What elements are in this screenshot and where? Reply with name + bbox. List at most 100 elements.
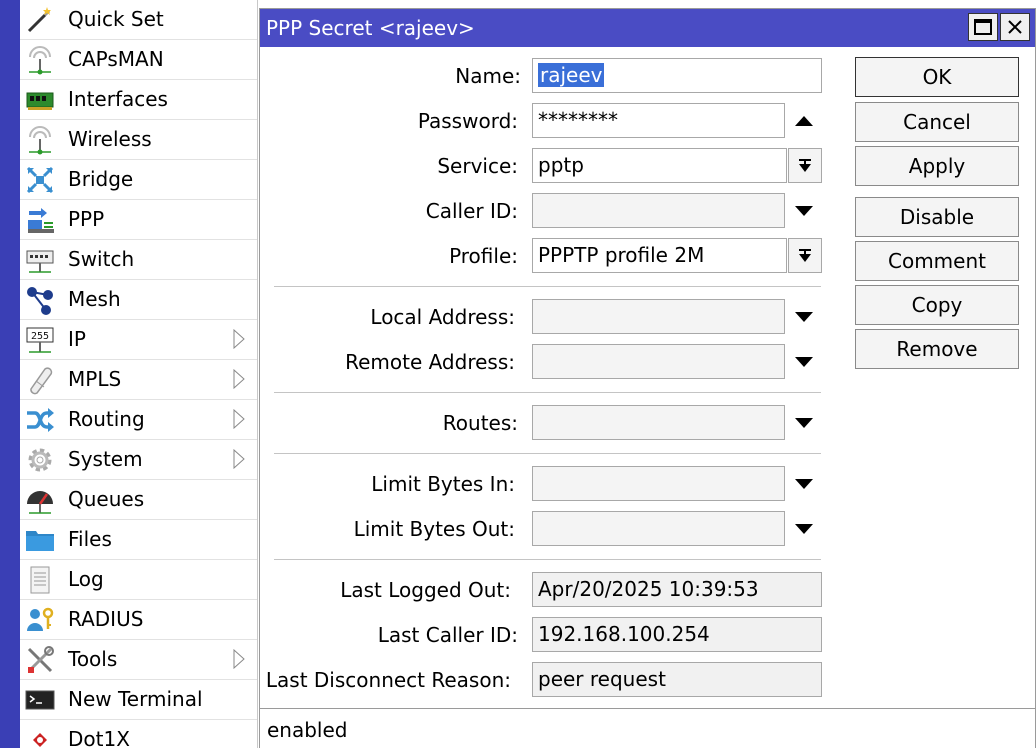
mesh-icon [24, 285, 56, 315]
apply-button[interactable]: Apply [855, 146, 1019, 186]
mpls-icon [24, 365, 56, 395]
sidebar-item-radius[interactable]: RADIUS [20, 600, 257, 640]
routes-field[interactable] [532, 405, 785, 440]
disable-button[interactable]: Disable [855, 197, 1019, 237]
bridge-icon [24, 165, 56, 195]
password-field[interactable]: ******** [532, 103, 785, 138]
dropdown-arrow-icon [799, 248, 811, 262]
limit-bytes-in-field[interactable] [532, 466, 785, 501]
sidebar-menu: Quick Set CAPsMAN Interfaces Wireless Br… [20, 0, 258, 748]
nic-card-icon [24, 85, 56, 115]
close-button[interactable] [1000, 13, 1030, 41]
sidebar-item-wireless[interactable]: Wireless [20, 120, 257, 160]
tools-icon [24, 645, 56, 675]
comment-button[interactable]: Comment [855, 241, 1019, 281]
profile-dropdown-button[interactable] [788, 238, 822, 273]
sidebar-item-queues[interactable]: Queues [20, 480, 257, 520]
last-logged-out-label: Last Logged Out: [340, 578, 511, 602]
sidebar-item-label: PPP [68, 207, 105, 231]
sidebar-item-system[interactable]: System [20, 440, 257, 480]
sidebar-item-ppp[interactable]: PPP [20, 200, 257, 240]
sidebar-item-interfaces[interactable]: Interfaces [20, 80, 257, 120]
sidebar-item-ip[interactable]: 255 IP [20, 320, 257, 360]
folder-icon [24, 525, 56, 555]
sidebar-item-tools[interactable]: Tools [20, 640, 257, 680]
sidebar-item-label: Routing [68, 407, 145, 431]
routes-dropdown-button[interactable] [787, 405, 821, 440]
profile-label: Profile: [449, 244, 518, 268]
wand-icon [24, 5, 56, 35]
status-bar: enabled [260, 708, 1035, 748]
copy-button[interactable]: Copy [855, 285, 1019, 325]
separator [274, 559, 821, 560]
triangle-down-icon [795, 523, 813, 534]
local-address-field[interactable] [532, 299, 785, 334]
remote-address-field[interactable] [532, 344, 785, 379]
limit-bytes-out-label: Limit Bytes Out: [353, 517, 515, 541]
local-address-label: Local Address: [370, 305, 515, 329]
wireless-icon [24, 125, 56, 155]
profile-field[interactable]: PPPTP profile 2M [532, 238, 787, 273]
switch-icon [24, 245, 56, 275]
sidebar-item-mesh[interactable]: Mesh [20, 280, 257, 320]
sidebar-item-switch[interactable]: Switch [20, 240, 257, 280]
maximize-button[interactable] [968, 13, 998, 41]
remove-button[interactable]: Remove [855, 329, 1019, 369]
sidebar-item-quick-set[interactable]: Quick Set [20, 0, 257, 40]
limit-bytes-out-dropdown-button[interactable] [787, 511, 821, 546]
sidebar-item-dot1x[interactable]: Dot1X [20, 720, 257, 748]
ok-button[interactable]: OK [855, 57, 1019, 97]
sidebar-item-label: Interfaces [68, 87, 168, 111]
submenu-arrow-icon [232, 448, 246, 470]
ppp-icon [24, 205, 56, 235]
last-caller-id-label: Last Caller ID: [377, 623, 518, 647]
limit-bytes-in-label: Limit Bytes In: [371, 472, 515, 496]
triangle-down-icon [795, 356, 813, 367]
sidebar-item-log[interactable]: Log [20, 560, 257, 600]
submenu-arrow-icon [232, 408, 246, 430]
name-field[interactable]: rajeev [532, 58, 822, 93]
log-icon [24, 565, 56, 595]
ip-icon: 255 [24, 325, 56, 355]
gear-icon [24, 445, 56, 475]
sidebar-item-routing[interactable]: Routing [20, 400, 257, 440]
dialog-titlebar[interactable]: PPP Secret <rajeev> [260, 9, 1035, 47]
sidebar-item-mpls[interactable]: MPLS [20, 360, 257, 400]
triangle-down-icon [795, 205, 813, 216]
sidebar-item-label: RADIUS [68, 607, 144, 631]
name-value: rajeev [538, 63, 605, 87]
sidebar-item-label: Quick Set [68, 7, 164, 31]
close-icon [1008, 20, 1022, 34]
cancel-button[interactable]: Cancel [855, 102, 1019, 142]
sidebar-item-label: Tools [68, 647, 118, 671]
caller-id-field[interactable] [532, 193, 785, 228]
remote-address-dropdown-button[interactable] [787, 344, 821, 379]
routes-label: Routes: [442, 411, 518, 435]
routing-icon [24, 405, 56, 435]
separator [274, 453, 821, 454]
last-caller-id-value: 192.168.100.254 [532, 617, 822, 652]
sidebar-item-new-terminal[interactable]: New Terminal [20, 680, 257, 720]
svg-text:255: 255 [31, 331, 49, 342]
dot1x-icon [24, 725, 56, 748]
service-dropdown-button[interactable] [788, 148, 822, 183]
last-logged-out-value: Apr/20/2025 10:39:53 [532, 572, 822, 607]
limit-bytes-in-dropdown-button[interactable] [787, 466, 821, 501]
triangle-down-icon [795, 478, 813, 489]
service-field[interactable]: pptp [532, 148, 787, 183]
sidebar-item-label: Switch [68, 247, 135, 271]
limit-bytes-out-field[interactable] [532, 511, 785, 546]
sidebar-item-label: MPLS [68, 367, 122, 391]
password-label: Password: [417, 109, 518, 133]
password-reveal-button[interactable] [787, 103, 821, 138]
separator [274, 392, 821, 393]
caller-id-dropdown-button[interactable] [787, 193, 821, 228]
name-label: Name: [455, 64, 521, 88]
sidebar-item-capsman[interactable]: CAPsMAN [20, 40, 257, 80]
local-address-dropdown-button[interactable] [787, 299, 821, 334]
sidebar-item-bridge[interactable]: Bridge [20, 160, 257, 200]
triangle-down-icon [795, 417, 813, 428]
triangle-up-icon [795, 115, 813, 126]
submenu-arrow-icon [232, 648, 246, 670]
sidebar-item-files[interactable]: Files [20, 520, 257, 560]
